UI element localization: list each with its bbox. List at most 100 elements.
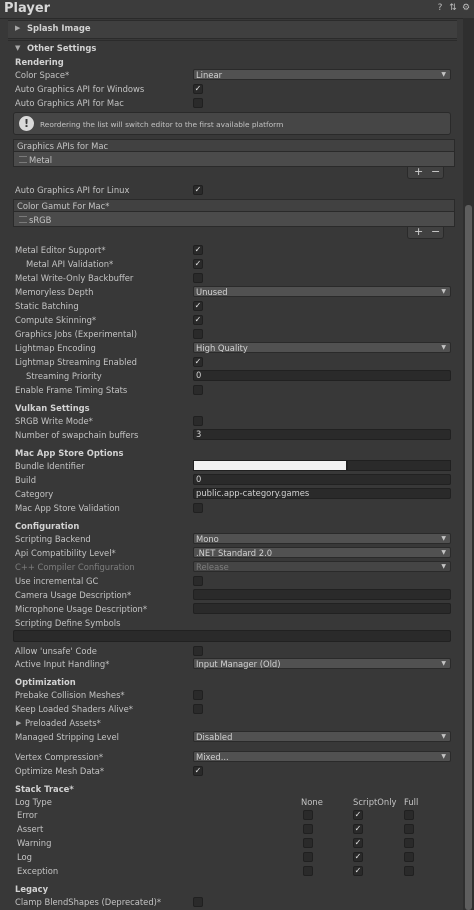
other-settings-foldout[interactable]: ▼ Other Settings [8,40,457,57]
checkmark-icon: ✓ [354,838,362,847]
mac-app-store-title: Mac App Store Options [15,448,124,458]
swapchain-buffers-label: Number of swapchain buffers [15,430,139,440]
lightmap-encoding-dropdown[interactable]: High Quality ▼ [193,342,451,353]
error-none-checkbox[interactable] [303,810,313,820]
compute-skinning-checkbox[interactable]: ✓ [193,315,203,325]
clamp-blendshapes-label: Clamp BlendShapes (Deprecated)* [15,897,162,907]
list-add-button[interactable]: + [414,165,423,178]
log-row-assert: Assert [17,824,44,834]
api-compat-value: .NET Standard 2.0 [196,548,273,558]
list-add-button[interactable]: + [414,225,423,238]
define-symbols-field[interactable] [13,630,451,642]
srgb-write-mode-checkbox[interactable] [193,416,203,426]
keep-shaders-checkbox[interactable] [193,704,203,714]
log-none-checkbox[interactable] [303,852,313,862]
api-compat-dropdown[interactable]: .NET Standard 2.0 ▼ [193,547,451,558]
input-handling-dropdown[interactable]: Input Manager (Old) ▼ [193,658,451,669]
incremental-gc-label: Use incremental GC [15,576,99,586]
warning-none-checkbox[interactable] [303,838,313,848]
checkmark-icon: ✓ [354,810,362,819]
dropdown-caret-icon: ▼ [441,71,446,78]
auto-api-windows-label: Auto Graphics API for Windows [15,84,145,94]
assert-none-checkbox[interactable] [303,824,313,834]
swapchain-buffers-field[interactable]: 3 [193,429,451,440]
help-icon[interactable]: ? [435,3,445,13]
category-field[interactable]: public.app-category.games [193,488,451,499]
stripping-level-dropdown[interactable]: Disabled ▼ [193,731,451,742]
metal-api-validation-checkbox[interactable]: ✓ [193,259,203,269]
scripting-backend-value: Mono [196,534,219,544]
metal-editor-support-label: Metal Editor Support* [15,245,106,255]
error-full-checkbox[interactable] [404,810,414,820]
vertex-compression-dropdown[interactable]: Mixed... ▼ [193,751,451,762]
error-scriptonly-checkbox[interactable]: ✓ [353,810,363,820]
lightmap-streaming-checkbox[interactable]: ✓ [193,357,203,367]
log-scriptonly-checkbox[interactable]: ✓ [353,852,363,862]
optimization-title: Optimization [15,677,76,687]
assert-scriptonly-checkbox[interactable]: ✓ [353,824,363,834]
dropdown-caret-icon: ▼ [441,288,446,295]
list-remove-button[interactable]: − [431,165,440,178]
warning-full-checkbox[interactable] [404,838,414,848]
auto-api-linux-label: Auto Graphics API for Linux [15,185,130,195]
color-space-dropdown[interactable]: Linear ▼ [193,69,451,80]
log-full-checkbox[interactable] [404,852,414,862]
assert-full-checkbox[interactable] [404,824,414,834]
exception-none-checkbox[interactable] [303,866,313,876]
metal-write-only-checkbox[interactable] [193,273,203,283]
metal-editor-support-checkbox[interactable]: ✓ [193,245,203,255]
color-gamut-item[interactable]: sRGB [13,212,455,227]
list-handle-icon[interactable] [19,216,27,223]
col-scriptonly: ScriptOnly [353,797,397,807]
exception-full-checkbox[interactable] [404,866,414,876]
graphics-apis-mac-item[interactable]: Metal [13,152,455,167]
log-row-error: Error [17,810,38,820]
frame-timing-checkbox[interactable] [193,385,203,395]
exception-scriptonly-checkbox[interactable]: ✓ [353,866,363,876]
input-handling-label: Active Input Handling* [15,659,110,669]
unsafe-code-label: Allow 'unsafe' Code [15,646,97,656]
optimize-mesh-checkbox[interactable]: ✓ [193,766,203,776]
scrollbar-thumb[interactable] [465,205,472,910]
color-space-value: Linear [196,70,223,80]
scripting-backend-dropdown[interactable]: Mono ▼ [193,533,451,544]
prebake-checkbox[interactable] [193,690,203,700]
camera-usage-field[interactable] [193,589,451,600]
keep-shaders-label: Keep Loaded Shaders Alive* [15,704,133,714]
prebake-label: Prebake Collision Meshes* [15,690,125,700]
warning-scriptonly-checkbox[interactable]: ✓ [353,838,363,848]
list-handle-icon[interactable] [19,156,27,163]
bundle-identifier-field-rest[interactable] [347,460,451,471]
incremental-gc-checkbox[interactable] [193,576,203,586]
streaming-priority-label: Streaming Priority [26,371,102,381]
gear-icon[interactable]: ⚙ [461,3,471,13]
foldout-arrow-icon[interactable]: ▶ [16,719,21,727]
splash-image-foldout[interactable]: ▶ Splash Image [8,20,457,39]
microphone-usage-field[interactable] [193,603,451,614]
auto-api-windows-checkbox[interactable]: ✓ [193,84,203,94]
preloaded-assets-label[interactable]: Preloaded Assets* [25,718,101,728]
memoryless-depth-dropdown[interactable]: Unused ▼ [193,286,451,297]
cpp-config-value: Release [196,562,229,572]
build-field[interactable]: 0 [193,474,451,485]
legacy-title: Legacy [15,884,49,894]
checkmark-icon: ✓ [194,357,202,366]
auto-api-mac-checkbox[interactable] [193,98,203,108]
list-remove-button[interactable]: − [431,225,440,238]
streaming-priority-field[interactable]: 0 [193,370,451,381]
preset-icon[interactable]: ⇅ [448,3,458,13]
log-row-warning: Warning [17,838,52,848]
static-batching-checkbox[interactable]: ✓ [193,301,203,311]
other-settings-label: Other Settings [27,43,97,53]
graphics-apis-mac-label: Graphics APIs for Mac [17,141,109,151]
col-none: None [301,797,323,807]
bundle-identifier-field[interactable] [193,460,347,471]
mac-store-validation-checkbox[interactable] [193,503,203,513]
clamp-blendshapes-checkbox[interactable] [193,897,203,907]
static-batching-label: Static Batching [15,301,79,311]
configuration-title: Configuration [15,521,80,531]
vertex-compression-label: Vertex Compression* [15,752,104,762]
auto-api-linux-checkbox[interactable]: ✓ [193,185,203,195]
unsafe-code-checkbox[interactable] [193,646,203,656]
graphics-jobs-checkbox[interactable] [193,329,203,339]
